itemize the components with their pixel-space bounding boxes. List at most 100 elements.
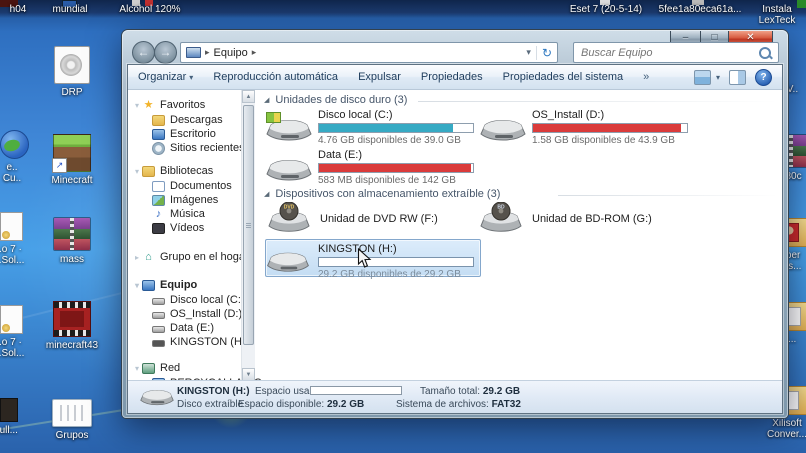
sidebar-item-sitios-recientes[interactable]: Sitios recientes bbox=[152, 141, 245, 155]
system-properties-button[interactable]: Propiedades del sistema bbox=[493, 71, 633, 83]
address-field[interactable]: ▸ Equipo ▸ ▾ ↻ bbox=[180, 42, 558, 63]
details-fs-value: FAT32 bbox=[491, 399, 521, 410]
sidebar-item-musica[interactable]: ♪ Música bbox=[152, 207, 205, 221]
music-icon: ♪ bbox=[155, 207, 162, 220]
desktop-icon-minecraft43[interactable]: minecraft43 bbox=[36, 301, 108, 351]
sidebar-item-descargas[interactable]: Descargas bbox=[152, 113, 223, 127]
desktop-icon-mundial[interactable]: mundial bbox=[40, 4, 100, 15]
explorer-body: ▾ ★ Favoritos Descargas Escritorio Sitios … bbox=[128, 90, 782, 381]
address-dropdown-icon[interactable]: ▾ bbox=[521, 47, 536, 58]
folder-icon bbox=[152, 114, 165, 126]
drive-icon bbox=[152, 311, 165, 319]
desktop-icon-eset[interactable]: Eset 7 (20-5-14) bbox=[560, 4, 652, 15]
sidebar-item-escritorio[interactable]: Escritorio bbox=[152, 127, 216, 141]
forward-button[interactable]: → bbox=[154, 41, 177, 64]
details-pane: KINGSTON (H:) Disco extraíble Espacio us… bbox=[128, 380, 782, 413]
address-bar-row: ← → ▸ Equipo ▸ ▾ ↻ bbox=[122, 40, 788, 64]
tree-expander-icon[interactable]: ▾ bbox=[132, 167, 142, 176]
desktop-icon-alcohol[interactable]: Alcohol 120% bbox=[110, 4, 190, 15]
computer-icon bbox=[142, 279, 155, 291]
details-free-value: 29.2 GB bbox=[326, 399, 365, 410]
sidebar-group-equipo[interactable]: ▾ Equipo bbox=[132, 278, 197, 292]
desktop-icon-grupos[interactable]: Grupos bbox=[36, 399, 108, 441]
section-expander-icon[interactable]: ◢ bbox=[264, 191, 269, 198]
svg-text:DVD: DVD bbox=[284, 205, 295, 211]
document-icon bbox=[0, 305, 23, 334]
disc-image-icon bbox=[54, 46, 90, 84]
drive-tile-bd-g[interactable]: BD Unidad de BD-ROM (G:) bbox=[480, 201, 694, 236]
drive-tile-kingston-h-selected[interactable]: KINGSTON (H:) 29.2 GB disponibles de 29.… bbox=[265, 239, 481, 280]
search-icon[interactable] bbox=[758, 46, 772, 60]
eject-button[interactable]: Expulsar bbox=[348, 71, 411, 83]
breadcrumb-separator-icon: ▸ bbox=[205, 47, 210, 57]
tree-expander-icon[interactable]: ▾ bbox=[132, 364, 142, 373]
sidebar-item-kingston-h[interactable]: KINGSTON (H:) bbox=[152, 335, 249, 349]
desktop-icon-mass[interactable]: mass bbox=[36, 217, 108, 265]
section-header-removable[interactable]: ◢ Dispositivos con almacenamiento extraíb… bbox=[264, 188, 500, 200]
homegroup-icon: ⌂ bbox=[145, 250, 152, 263]
sidebar-item-os-install-d[interactable]: OS_Install (D:) bbox=[152, 307, 242, 321]
breadcrumb-separator-icon[interactable]: ▸ bbox=[248, 47, 261, 58]
usb-drive-icon bbox=[152, 339, 165, 347]
desktop-icon-null[interactable]: null... bbox=[0, 398, 20, 436]
back-button[interactable]: ← bbox=[132, 41, 155, 64]
removable-drive-icon bbox=[140, 389, 174, 406]
desktop-icon-globe[interactable]: e.. Cu.. bbox=[0, 130, 29, 184]
drive-tile-disco-local-c[interactable]: Disco local (C:) 4.76 GB disponibles de … bbox=[266, 108, 480, 148]
details-fs-label: Sistema de archivos: bbox=[396, 399, 489, 410]
drive-tile-dvd-f[interactable]: DVD Unidad de DVD RW (F:) bbox=[268, 201, 482, 236]
desktop-icon bbox=[152, 128, 165, 140]
nav-scrollbar[interactable]: ▲ ▼ bbox=[241, 90, 255, 381]
sidebar-group-bibliotecas[interactable]: ▾ Bibliotecas bbox=[132, 164, 213, 178]
desktop-icon-drp[interactable]: DRP bbox=[36, 46, 108, 98]
views-button[interactable]: ▾ bbox=[693, 69, 720, 85]
details-free-label: Espacio disponible: bbox=[238, 399, 325, 410]
document-icon bbox=[0, 212, 23, 241]
sidebar-item-videos[interactable]: Vídeos bbox=[152, 221, 204, 235]
section-header-hdd[interactable]: ◢ Unidades de disco duro (3) bbox=[264, 94, 407, 106]
search-box[interactable] bbox=[573, 42, 779, 63]
desktop-icon-minecraft[interactable]: ↗ Minecraft bbox=[36, 134, 108, 186]
properties-button[interactable]: Propiedades bbox=[411, 71, 493, 83]
tree-expander-icon[interactable]: ▾ bbox=[132, 101, 142, 110]
refresh-icon[interactable]: ↻ bbox=[535, 45, 557, 60]
organize-menu[interactable]: Organizar ▾ bbox=[128, 71, 203, 83]
desktop-icon-h04[interactable]: h04 bbox=[0, 4, 36, 15]
videos-icon bbox=[152, 222, 165, 234]
desktop-icon-doc-2[interactable]: ..o 7 ·..Sol... bbox=[0, 305, 24, 359]
capacity-bar bbox=[318, 163, 474, 173]
autoplay-button[interactable]: Reproducción automática bbox=[203, 71, 348, 83]
details-type: Disco extraíble bbox=[177, 399, 244, 410]
sidebar-group-grupo-hogar[interactable]: ▸ ⌂ Grupo en el hogar bbox=[132, 250, 249, 264]
section-expander-icon[interactable]: ◢ bbox=[264, 97, 269, 104]
mouse-cursor bbox=[357, 248, 372, 268]
desktop-icon-doc-1[interactable]: ..o 7 ·..Sol... bbox=[0, 212, 24, 266]
capacity-bar bbox=[318, 257, 474, 267]
drive-tile-data-e[interactable]: Data (E:) 583 MB disponibles de 142 GB bbox=[266, 148, 480, 188]
drive-tile-os-install-d[interactable]: OS_Install (D:) 1.58 GB disponibles de 4… bbox=[480, 108, 694, 148]
sidebar-item-disco-local-c[interactable]: Disco local (C:) bbox=[152, 293, 245, 307]
desktop-icon-5fee[interactable]: 5fee1a80eca61a... bbox=[652, 4, 748, 15]
sidebar-item-imagenes[interactable]: Imágenes bbox=[152, 193, 218, 207]
system-drive-emblem-icon bbox=[266, 112, 281, 123]
tree-expander-icon[interactable]: ▾ bbox=[132, 281, 142, 290]
sidebar-item-documentos[interactable]: Documentos bbox=[152, 179, 232, 193]
hard-drive-icon bbox=[480, 120, 526, 141]
hard-drive-icon bbox=[266, 160, 312, 181]
scroll-up-icon[interactable]: ▲ bbox=[242, 90, 255, 103]
bd-drive-icon: BD bbox=[480, 201, 522, 232]
dropdown-caret-icon: ▾ bbox=[189, 73, 194, 82]
dvd-drive-icon: DVD bbox=[268, 201, 310, 232]
tree-expander-icon[interactable]: ▸ bbox=[132, 253, 142, 262]
desktop-icon-instala[interactable]: Instala LexTeck bbox=[752, 4, 802, 26]
toolbar-overflow-chevron[interactable]: » bbox=[633, 71, 659, 83]
scrollbar-thumb[interactable] bbox=[243, 105, 254, 345]
breadcrumb[interactable]: Equipo bbox=[214, 47, 248, 59]
preview-pane-button[interactable] bbox=[729, 69, 746, 85]
search-input[interactable] bbox=[574, 45, 758, 60]
help-button[interactable]: ? bbox=[755, 68, 772, 86]
sidebar-item-data-e[interactable]: Data (E:) bbox=[152, 321, 214, 335]
recent-places-icon bbox=[152, 141, 165, 155]
sidebar-group-favoritos[interactable]: ▾ ★ Favoritos bbox=[132, 98, 205, 112]
sidebar-group-red[interactable]: ▾ Red bbox=[132, 361, 180, 375]
